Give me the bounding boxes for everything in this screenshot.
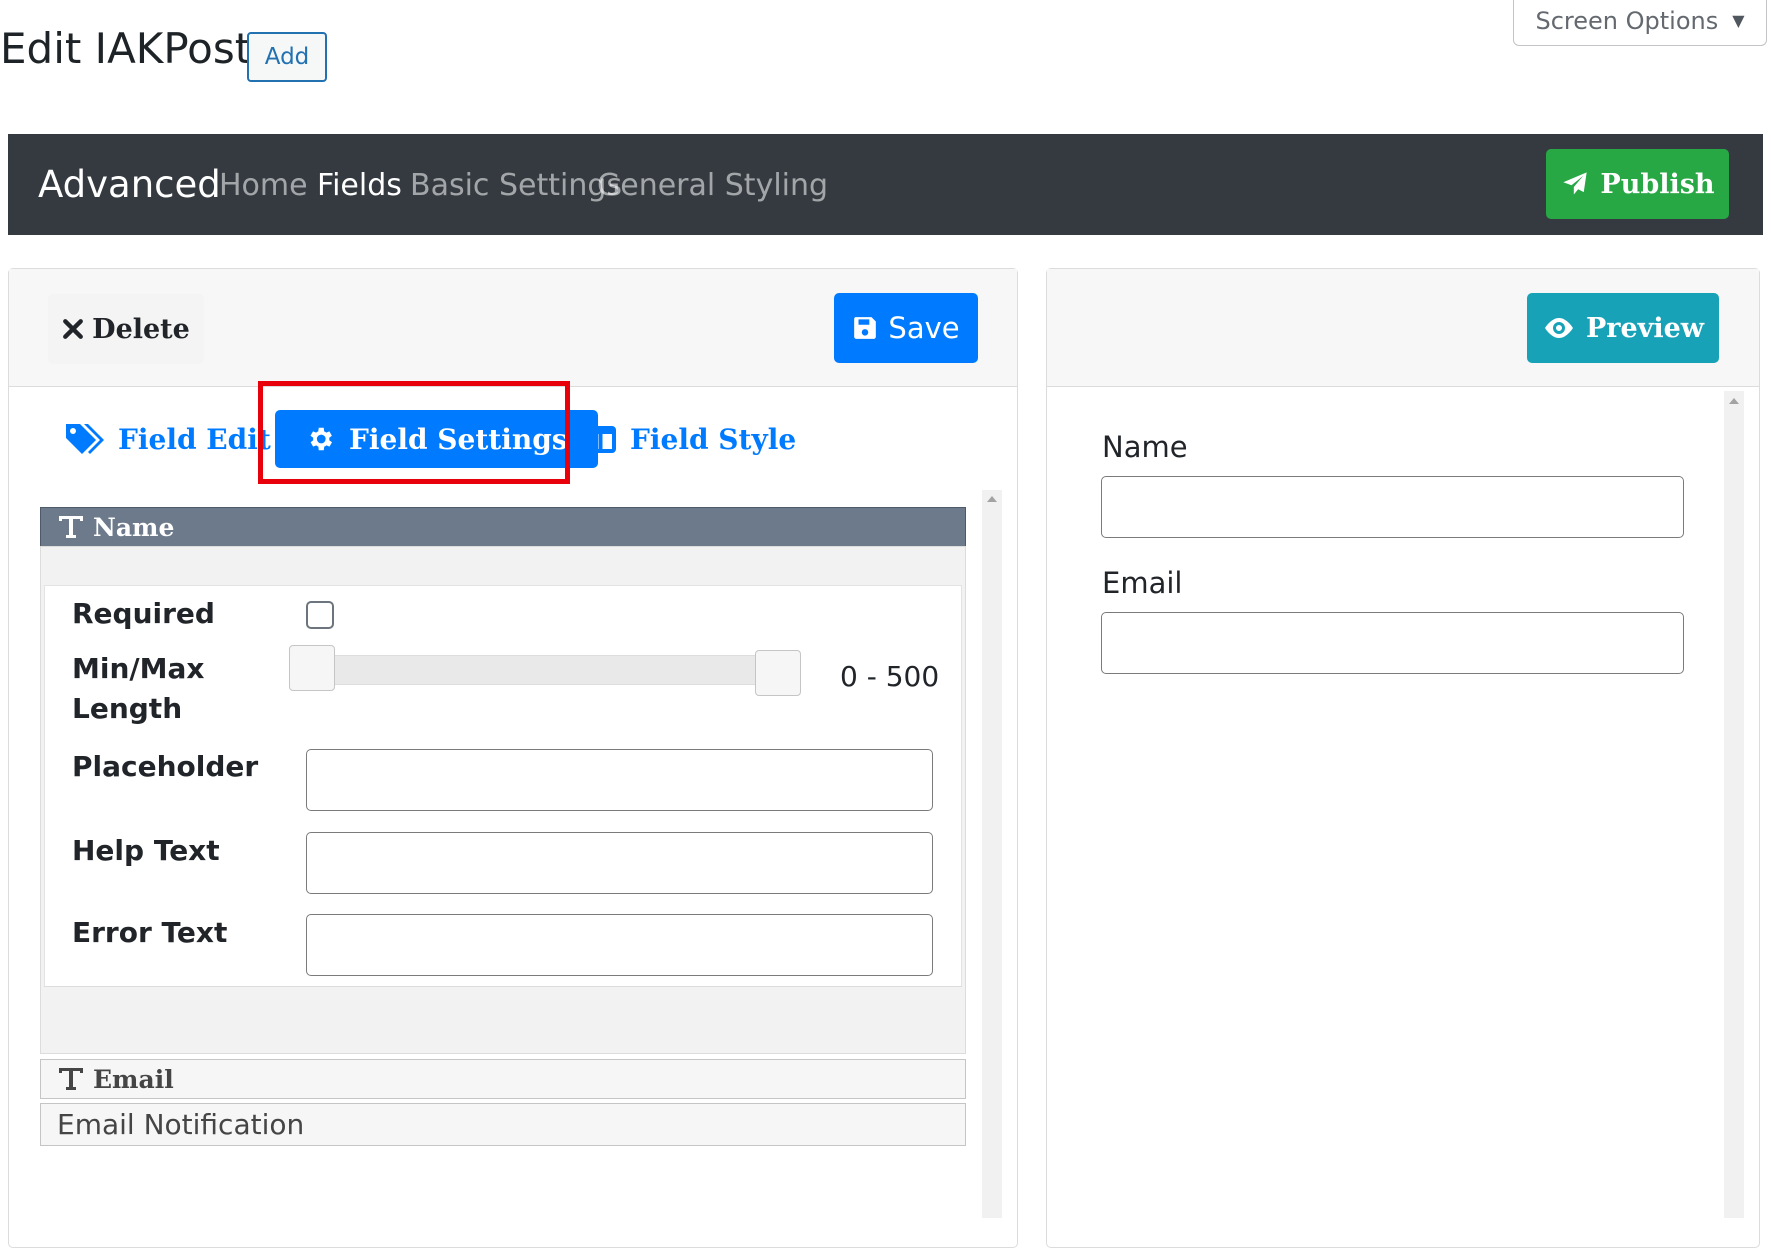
tab-field-style[interactable]: Field Style: [585, 410, 796, 468]
add-new-button[interactable]: Add: [247, 32, 327, 82]
nav-link-basic-settings[interactable]: Basic Settings: [410, 168, 622, 203]
eye-icon: [1544, 318, 1573, 338]
range-min-handle[interactable]: [289, 645, 335, 691]
text-height-icon: [59, 1068, 83, 1090]
scroll-up-arrow-icon[interactable]: [987, 496, 997, 502]
range-value: 0 - 500: [840, 660, 940, 693]
highlight-annotation: [258, 381, 570, 484]
nav-link-fields[interactable]: Fields: [317, 168, 402, 203]
placeholder-input[interactable]: [306, 749, 933, 811]
preview-button[interactable]: Preview: [1527, 293, 1719, 363]
preview-email-label: Email: [1102, 566, 1183, 600]
accordion-name-header[interactable]: Name: [40, 507, 966, 547]
delete-label: Delete: [92, 313, 190, 345]
preview-email-input[interactable]: [1101, 612, 1684, 674]
floppy-disk-icon: [854, 317, 877, 339]
minmax-label-line2: Length: [72, 692, 183, 725]
publish-label: Publish: [1600, 168, 1715, 200]
text-height-icon: [59, 516, 83, 538]
accordion-email-header[interactable]: Email: [40, 1059, 966, 1099]
tab-field-edit-label: Field Edit: [118, 422, 271, 456]
navbar-brand[interactable]: Advanced: [38, 163, 221, 206]
tab-field-edit[interactable]: Field Edit: [64, 410, 271, 468]
caret-down-icon: ▼: [1732, 11, 1745, 30]
paper-plane-icon: [1563, 172, 1588, 195]
preview-label: Preview: [1585, 312, 1705, 344]
field-settings-footer: [44, 986, 962, 1050]
columns-icon: [585, 425, 616, 453]
help-text-input[interactable]: [306, 832, 933, 894]
help-text-label: Help Text: [72, 834, 220, 867]
scroll-up-arrow-icon[interactable]: [1729, 398, 1739, 404]
close-icon: [63, 319, 84, 339]
page-title: Edit IAKPost: [0, 24, 252, 73]
preview-scrollbar[interactable]: [1724, 391, 1744, 1218]
length-range-slider[interactable]: [334, 655, 784, 685]
screen-options-button[interactable]: Screen Options ▼: [1513, 0, 1767, 46]
error-text-label: Error Text: [72, 916, 228, 949]
placeholder-label: Placeholder: [72, 750, 259, 783]
accordion-email-notification[interactable]: Email Notification: [40, 1103, 966, 1146]
screen-options-label: Screen Options: [1535, 6, 1719, 35]
save-button[interactable]: Save: [834, 293, 978, 363]
error-text-input[interactable]: [306, 914, 933, 976]
range-max-handle[interactable]: [755, 650, 801, 696]
required-checkbox[interactable]: [306, 601, 334, 629]
preview-name-input[interactable]: [1101, 476, 1684, 538]
accordion-email-title: Email: [93, 1064, 174, 1094]
nav-link-general-styling[interactable]: General Styling: [597, 168, 828, 203]
minmax-label-line1: Min/Max: [72, 652, 205, 685]
save-label: Save: [888, 311, 960, 345]
tab-field-style-label: Field Style: [630, 422, 797, 456]
preview-panel: [1046, 268, 1760, 1248]
required-label: Required: [72, 597, 215, 630]
delete-button[interactable]: Delete: [48, 294, 204, 364]
tags-icon: [66, 424, 104, 454]
accordion-name-title: Name: [93, 512, 175, 542]
nav-link-home[interactable]: Home: [219, 168, 308, 203]
fields-scrollbar[interactable]: [982, 490, 1002, 1218]
preview-name-label: Name: [1102, 430, 1188, 464]
publish-button[interactable]: Publish: [1546, 149, 1729, 219]
